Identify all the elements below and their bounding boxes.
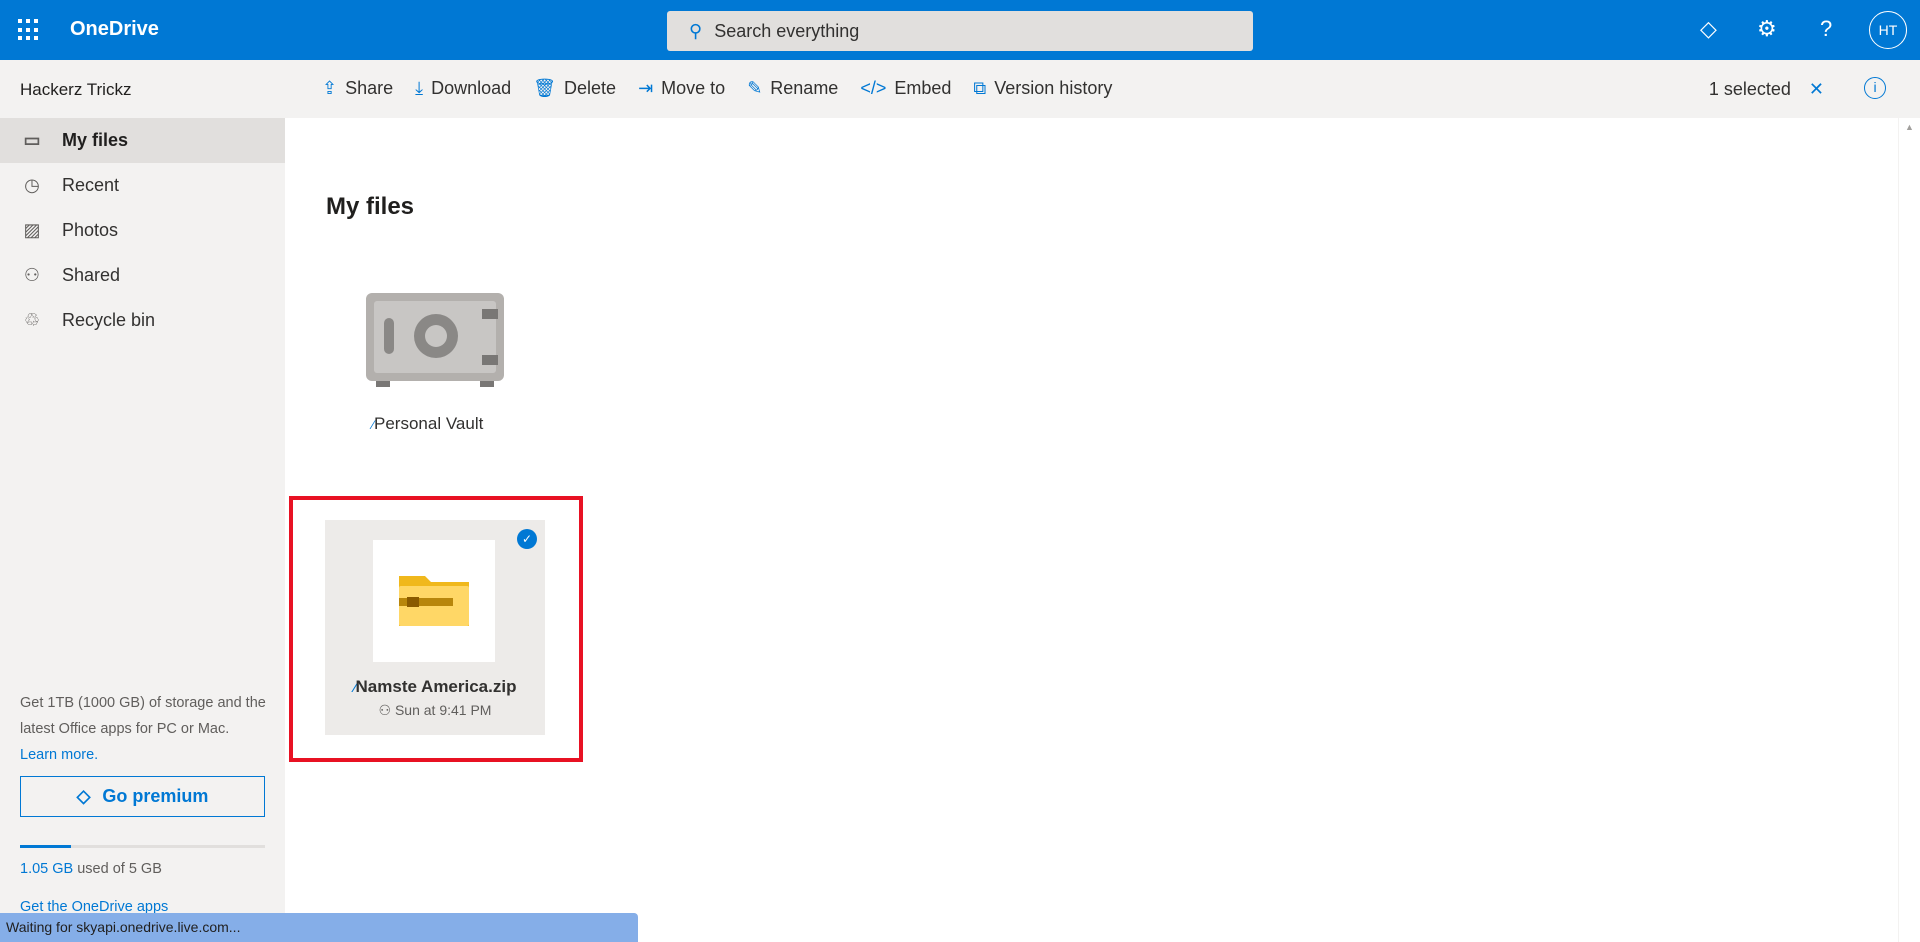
move-label: Move to: [661, 78, 726, 98]
account-name: Hackerz Trickz: [20, 80, 132, 99]
code-icon: </>: [860, 78, 887, 98]
file-tile[interactable]: ✓ ⁄Namste America.zip ⚇ Sun at 9:41 PM: [325, 520, 545, 735]
go-premium-button[interactable]: ◇ Go premium: [20, 776, 265, 817]
download-label: Download: [431, 78, 512, 98]
vault-icon[interactable]: [364, 291, 506, 389]
share-label: Share: [345, 78, 394, 98]
storage-usage[interactable]: 1.05 GB used of 5 GB: [20, 861, 162, 877]
app-launcher-icon[interactable]: [18, 19, 40, 41]
version-label: Version history: [994, 78, 1113, 98]
download-button[interactable]: ⤓ Download: [415, 78, 511, 99]
share-button[interactable]: ⇪ Share: [322, 78, 393, 99]
scroll-up-icon[interactable]: ▲: [1899, 122, 1920, 132]
version-history-button[interactable]: ⧉ Version history: [973, 78, 1112, 99]
embed-label: Embed: [894, 78, 952, 98]
rename-button[interactable]: ✎ Rename: [747, 78, 838, 99]
command-bar: Hackerz Trickz ⇪ Share ⤓ Download 🗑 Delete …: [0, 60, 1920, 118]
help-icon[interactable]: ?: [1820, 16, 1832, 42]
nav-label: Shared: [62, 265, 121, 285]
learn-more-link[interactable]: Learn more.: [20, 747, 98, 763]
share-icon: ⇪: [322, 78, 338, 98]
selection-count: 1 selected: [1708, 79, 1791, 99]
people-icon: ⚇: [23, 265, 41, 285]
recycle-bin-icon: ♲: [23, 310, 41, 330]
go-premium-label: Go premium: [102, 786, 209, 806]
sidebar-item-recent[interactable]: ◷ Recent: [0, 163, 285, 208]
sidebar-item-shared[interactable]: ⚇ Shared: [0, 253, 285, 298]
scrollbar[interactable]: ▲: [1898, 118, 1920, 942]
sidebar: ▭ My files ◷ Recent ▨ Photos ⚇ Shared ♲ Recyc…: [0, 118, 285, 942]
diamond-icon: ◇: [76, 786, 91, 806]
search-icon: ⚲: [689, 20, 703, 41]
info-icon[interactable]: i: [1864, 77, 1886, 99]
nav-label: Photos: [62, 220, 119, 240]
modified-date: Sun at 9:41 PM: [394, 702, 492, 718]
image-icon: ▨: [23, 220, 41, 240]
clock-icon: ◷: [24, 175, 40, 195]
rename-label: Rename: [770, 78, 839, 98]
history-icon: ⧉: [973, 78, 987, 98]
trash-icon: 🗑: [533, 78, 557, 98]
file-name-text: Namste America.zip: [355, 677, 517, 696]
sidebar-item-recycle-bin[interactable]: ♲ Recycle bin: [0, 298, 285, 343]
vault-name: Personal Vault: [374, 414, 484, 433]
storage-used: 1.05 GB: [20, 861, 74, 877]
vault-label[interactable]: ⁄Personal Vault: [372, 414, 483, 434]
sidebar-item-photos[interactable]: ▨ Photos: [0, 208, 285, 253]
gear-icon[interactable]: ⚙: [1757, 16, 1777, 42]
pencil-icon: ✎: [747, 78, 763, 98]
sidebar-item-my-files[interactable]: ▭ My files: [0, 118, 285, 163]
app-name[interactable]: OneDrive: [70, 18, 159, 41]
delete-button[interactable]: 🗑 Delete: [533, 78, 616, 99]
shared-icon: ⚇: [378, 702, 392, 718]
avatar[interactable]: HT: [1869, 11, 1907, 49]
selected-checkmark-icon[interactable]: ✓: [517, 529, 537, 549]
embed-button[interactable]: </> Embed: [860, 78, 951, 99]
search-placeholder: Search everything: [714, 20, 860, 41]
file-name[interactable]: ⁄Namste America.zip: [325, 677, 545, 697]
premium-diamond-icon[interactable]: ◇: [1700, 16, 1717, 42]
nav-label: Recycle bin: [62, 310, 156, 330]
delete-label: Delete: [564, 78, 617, 98]
file-thumbnail: [373, 540, 495, 662]
nav-label: Recent: [62, 175, 120, 195]
page-title: My files: [326, 193, 415, 220]
storage-total: used of 5 GB: [73, 861, 162, 877]
search-input[interactable]: ⚲ Search everything: [667, 11, 1253, 51]
file-meta: ⚇ Sun at 9:41 PM: [325, 702, 545, 719]
storage-bar-fill: [20, 845, 72, 848]
download-icon: ⤓: [415, 78, 424, 98]
clear-selection-icon[interactable]: ✕: [1809, 79, 1824, 100]
top-bar: OneDrive ⚲ Search everything ◇ ⚙ ? HT: [0, 0, 1920, 60]
premium-promo: Get 1TB (1000 GB) of storage and the lat…: [20, 690, 270, 768]
move-to-button[interactable]: ⇥ Move to: [638, 78, 725, 99]
move-icon: ⇥: [638, 78, 654, 98]
zip-folder-icon: [399, 576, 469, 626]
storage-bar: [20, 845, 265, 848]
folder-icon: ▭: [23, 130, 41, 150]
nav-label: My files: [62, 130, 129, 150]
promo-text: Get 1TB (1000 GB) of storage and the lat…: [20, 695, 266, 737]
browser-status-bar: Waiting for skyapi.onedrive.live.com...: [0, 913, 638, 942]
